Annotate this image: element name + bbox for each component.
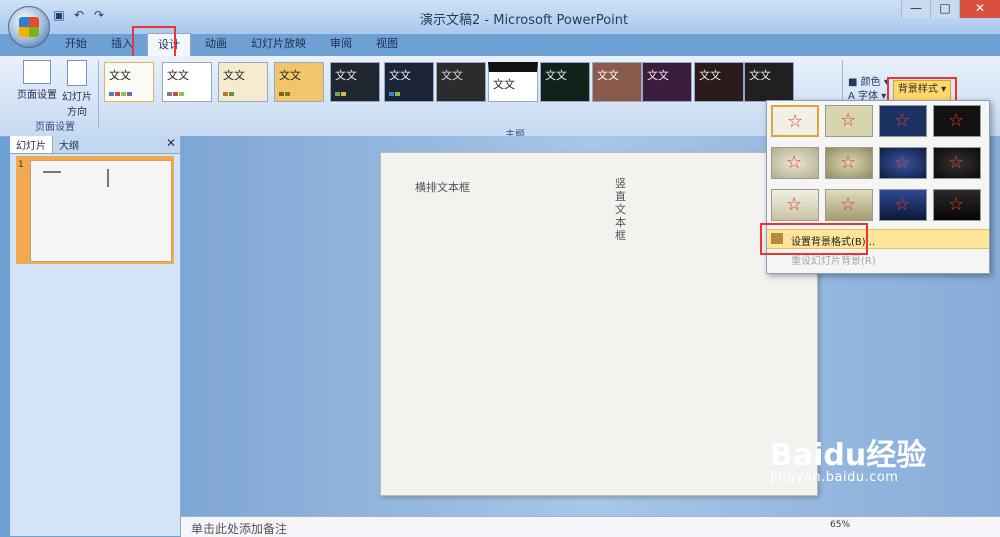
background-style-4[interactable]: ☆ [933, 105, 981, 137]
thumbnail-text-v [107, 169, 109, 187]
office-button[interactable] [8, 6, 50, 48]
tab-review[interactable]: 审阅 [320, 33, 362, 55]
star-icon: ☆ [894, 152, 911, 173]
theme-swatch[interactable]: 文文 [642, 62, 692, 102]
theme-swatch[interactable]: 文文 [274, 62, 324, 102]
star-icon: ☆ [948, 110, 965, 131]
watermark: Baidu经验 jingyan.baidu.com [770, 430, 926, 485]
baidu-logo: Baidu经验 [770, 438, 927, 473]
quick-access-toolbar: ▣ ↶ ↷ [52, 6, 106, 24]
colors-button[interactable]: ■ 颜色 ▾ [848, 76, 889, 90]
theme-swatch[interactable]: 文文 [488, 62, 538, 102]
page-setup-icon [23, 60, 51, 84]
office-logo-icon [19, 17, 39, 37]
background-style-3[interactable]: ☆ [879, 105, 927, 137]
theme-sample: 文文 [545, 69, 567, 82]
close-button[interactable]: ✕ [959, 0, 1000, 18]
slide-orientation-button[interactable]: 幻灯片方向 [60, 60, 94, 118]
theme-sample: 文文 [167, 69, 189, 82]
group-separator [98, 60, 99, 128]
slide-canvas[interactable]: 横排文本框 竖直文本框 [380, 152, 818, 496]
theme-swatch[interactable]: 文文 [218, 62, 268, 102]
background-style-9[interactable]: ☆ [771, 189, 819, 221]
theme-sample: 文文 [597, 69, 619, 82]
redo-icon[interactable]: ↷ [92, 8, 106, 22]
star-icon: ☆ [787, 111, 804, 132]
orientation-icon [67, 60, 87, 86]
star-icon: ☆ [894, 194, 911, 215]
background-style-10[interactable]: ☆ [825, 189, 873, 221]
star-icon: ☆ [786, 194, 803, 215]
theme-sample: 文文 [109, 69, 131, 82]
theme-sample: 文文 [279, 69, 301, 82]
window-title: 演示文稿2 - Microsoft PowerPoint [420, 13, 629, 28]
undo-icon[interactable]: ↶ [72, 8, 86, 22]
horizontal-textbox[interactable]: 横排文本框 [415, 179, 470, 195]
panel-tabs: 幻灯片 大纲 [10, 136, 180, 154]
background-style-6[interactable]: ☆ [825, 147, 873, 179]
theme-sample: 文文 [699, 69, 721, 82]
page-setup-group-label: 页面设置 [35, 122, 75, 133]
tab-home[interactable]: 开始 [55, 33, 97, 55]
star-icon: ☆ [840, 152, 857, 173]
minimize-button[interactable]: — [901, 0, 930, 18]
theme-sample: 文文 [335, 69, 357, 82]
tab-animations[interactable]: 动画 [195, 33, 237, 55]
window-controls: — □ ✕ [901, 0, 1000, 18]
thumbnail-text-h [43, 171, 61, 173]
star-icon: ☆ [948, 194, 965, 215]
slides-panel: 幻灯片 大纲 ✕ 1 [10, 136, 181, 536]
design-tab-highlight [132, 26, 176, 60]
zoom-level: 65% [830, 520, 851, 530]
theme-sample: 文文 [749, 69, 771, 82]
theme-sample: 文文 [441, 69, 463, 82]
star-icon: ☆ [786, 152, 803, 173]
tab-slideshow[interactable]: 幻灯片放映 [241, 33, 316, 55]
orientation-label: 幻灯片方向 [62, 92, 92, 118]
theme-swatch[interactable]: 文文 [104, 62, 154, 102]
maximize-button[interactable]: □ [930, 0, 959, 18]
theme-swatch[interactable]: 文文 [436, 62, 486, 102]
tab-outline[interactable]: 大纲 [53, 136, 85, 153]
theme-sample: 文文 [223, 69, 245, 82]
tab-view[interactable]: 视图 [366, 33, 408, 55]
vertical-textbox[interactable]: 竖直文本框 [615, 177, 629, 242]
star-icon: ☆ [840, 110, 857, 131]
theme-sample: 文文 [389, 69, 411, 82]
theme-swatch[interactable]: 文文 [744, 62, 794, 102]
tab-slides[interactable]: 幻灯片 [10, 136, 53, 153]
page-setup-label: 页面设置 [17, 90, 57, 101]
save-icon[interactable]: ▣ [52, 8, 66, 22]
notes-placeholder: 单击此处添加备注 [191, 522, 288, 536]
background-style-8[interactable]: ☆ [933, 147, 981, 179]
star-icon: ☆ [840, 194, 857, 215]
format-background-highlight [760, 223, 868, 255]
background-style-5[interactable]: ☆ [771, 147, 819, 179]
close-icon[interactable]: ✕ [166, 136, 176, 150]
slide-thumbnail[interactable] [30, 160, 172, 262]
theme-swatch[interactable]: 文文 [540, 62, 590, 102]
page-setup-button[interactable]: 页面设置 [16, 60, 58, 101]
theme-swatch[interactable]: 文文 [694, 62, 744, 102]
background-style-1[interactable]: ☆ [771, 105, 819, 137]
background-style-11[interactable]: ☆ [879, 189, 927, 221]
thumbnail-number: 1 [18, 160, 24, 170]
star-icon: ☆ [948, 152, 965, 173]
theme-swatch[interactable]: 文文 [384, 62, 434, 102]
theme-swatch[interactable]: 文文 [330, 62, 380, 102]
background-style-2[interactable]: ☆ [825, 105, 873, 137]
theme-sample: 文文 [647, 69, 669, 82]
notes-pane[interactable]: 单击此处添加备注 [181, 516, 1000, 537]
background-style-7[interactable]: ☆ [879, 147, 927, 179]
theme-swatch[interactable]: 文文 [162, 62, 212, 102]
theme-sample: 文文 [493, 78, 515, 91]
background-style-12[interactable]: ☆ [933, 189, 981, 221]
colors-label: 颜色 [860, 77, 881, 88]
star-icon: ☆ [894, 110, 911, 131]
theme-swatch[interactable]: 文文 [592, 62, 642, 102]
ribbon-tabs: 开始 插入 设计 动画 幻灯片放映 审阅 视图 [55, 33, 408, 57]
